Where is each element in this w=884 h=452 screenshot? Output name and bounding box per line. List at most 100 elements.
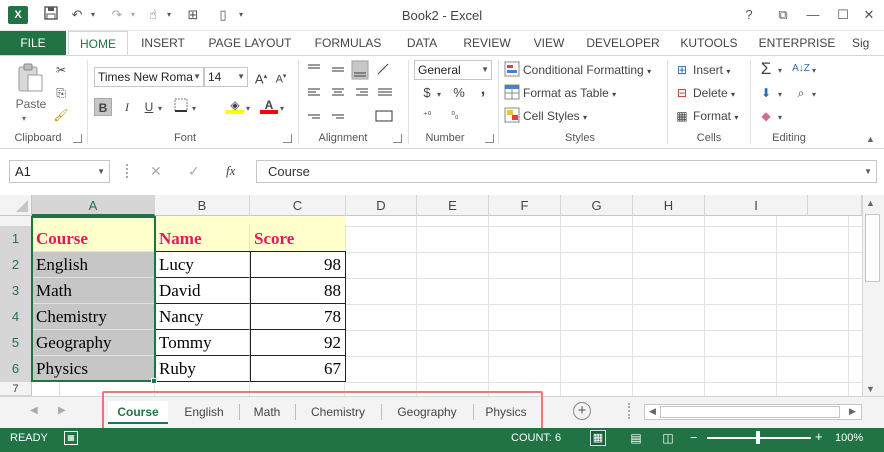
font-launcher-icon[interactable] xyxy=(283,134,292,143)
clear-dropdown-icon[interactable]: ▾ xyxy=(778,113,782,122)
scroll-down-icon[interactable]: ▼ xyxy=(866,384,875,394)
sort-filter-dropdown-icon[interactable]: ▾ xyxy=(812,66,816,75)
confirm-entry-icon[interactable]: ✓ xyxy=(188,163,200,180)
tab-split-handle[interactable] xyxy=(628,403,631,419)
zoom-out-icon[interactable]: − xyxy=(690,430,698,445)
close-button[interactable]: ✕ xyxy=(858,5,880,25)
tab-file[interactable]: FILE xyxy=(0,31,66,55)
save-icon[interactable] xyxy=(42,6,60,24)
autosum-icon[interactable]: Σ xyxy=(757,60,775,78)
borders-icon[interactable] xyxy=(172,98,190,116)
column-header-e[interactable]: E xyxy=(417,195,489,216)
find-select-dropdown-icon[interactable]: ▾ xyxy=(812,90,816,99)
clipboard-launcher-icon[interactable] xyxy=(73,134,82,143)
conditional-formatting-icon[interactable] xyxy=(503,61,521,79)
row-7-cells[interactable] xyxy=(32,382,346,396)
cancel-entry-icon[interactable]: ✕ xyxy=(150,163,162,180)
fill-color-icon[interactable]: ◈ xyxy=(226,96,244,114)
paste-icon[interactable] xyxy=(14,62,46,94)
cell-styles-icon[interactable] xyxy=(503,107,521,125)
tab-view[interactable]: VIEW xyxy=(526,31,572,55)
delete-cells-icon[interactable]: ⊟ xyxy=(673,84,691,102)
increase-font-icon[interactable]: A▴ xyxy=(252,68,270,86)
column-header-a[interactable]: A xyxy=(32,195,155,216)
sheet-tab-geography[interactable]: Geography xyxy=(384,401,470,424)
cell-c6[interactable]: 67 xyxy=(250,356,346,382)
cut-icon[interactable]: ✂ xyxy=(52,61,70,79)
font-color-icon[interactable]: A xyxy=(260,96,278,114)
sheet-tab-chemistry[interactable]: Chemistry xyxy=(298,401,378,424)
row-header-2[interactable]: 2 xyxy=(0,252,32,278)
cell-a5[interactable]: Geography xyxy=(32,330,155,356)
scroll-right-icon[interactable]: ▶ xyxy=(849,406,856,417)
horizontal-scroll-thumb[interactable] xyxy=(660,406,840,418)
page-break-view-icon[interactable]: ◫ xyxy=(660,430,676,446)
row-header-3[interactable]: 3 xyxy=(0,278,32,304)
redo-dropdown-icon[interactable]: ▾ xyxy=(124,6,142,24)
scroll-left-icon[interactable]: ◀ xyxy=(649,406,656,417)
formula-input[interactable]: Course ▼ xyxy=(256,160,877,183)
currency-button[interactable]: $ xyxy=(418,84,436,102)
tab-enterprise[interactable]: ENTERPRISE xyxy=(755,31,839,55)
tab-signin[interactable]: Sig xyxy=(852,31,884,55)
network-icon[interactable]: ⊞ xyxy=(184,6,202,24)
sheet-tab-physics[interactable]: Physics xyxy=(476,401,536,424)
tab-data[interactable]: DATA xyxy=(397,31,447,55)
new-file-icon[interactable]: ▯ xyxy=(214,6,232,24)
cell-c1[interactable]: Score xyxy=(250,226,346,252)
name-box[interactable]: A1 ▼ xyxy=(9,160,110,183)
currency-dropdown-icon[interactable]: ▾ xyxy=(437,90,441,99)
cell-styles-button[interactable]: Cell Styles ▾ xyxy=(523,109,587,123)
row-header-4[interactable]: 4 xyxy=(0,304,32,330)
touch-dropdown-icon[interactable]: ▾ xyxy=(160,6,178,24)
copy-icon[interactable]: ⎘ xyxy=(52,84,70,102)
scroll-up-icon[interactable]: ▲ xyxy=(866,198,875,208)
collapse-ribbon-icon[interactable]: ▲ xyxy=(866,134,875,144)
bold-button[interactable]: B xyxy=(94,98,112,116)
tab-kutools[interactable]: KUTOOLS xyxy=(675,31,743,55)
format-cells-icon[interactable]: ▦ xyxy=(673,107,691,125)
percent-button[interactable]: % xyxy=(450,84,468,102)
tab-insert[interactable]: INSERT xyxy=(134,31,192,55)
next-sheet-icon[interactable]: ▶ xyxy=(58,405,66,416)
previous-sheet-icon[interactable]: ◀ xyxy=(30,405,38,416)
insert-cells-button[interactable]: Insert ▾ xyxy=(693,63,730,77)
minimize-button[interactable]: — xyxy=(802,5,824,25)
alignment-launcher-icon[interactable] xyxy=(393,134,402,143)
cell-a1[interactable]: Course xyxy=(32,226,155,252)
column-header-c[interactable]: C xyxy=(250,195,346,216)
cell-b1[interactable]: Name xyxy=(155,226,250,252)
fill-handle[interactable] xyxy=(151,378,157,384)
cell-b6[interactable]: Ruby xyxy=(155,356,250,382)
cell-b4[interactable]: Nancy xyxy=(155,304,250,330)
cell-a3[interactable]: Math xyxy=(32,278,155,304)
customize-qat-icon[interactable]: ▾ xyxy=(232,6,250,24)
font-size-select[interactable]: 14 ▼ xyxy=(204,67,248,87)
fill-color-dropdown-icon[interactable]: ▾ xyxy=(246,104,250,113)
column-header-g[interactable]: G xyxy=(561,195,633,216)
tab-review[interactable]: REVIEW xyxy=(459,31,515,55)
underline-dropdown-icon[interactable]: ▾ xyxy=(158,104,162,113)
format-painter-icon[interactable]: 🖌 xyxy=(52,106,70,124)
sort-filter-icon[interactable]: A↓Z xyxy=(792,60,810,78)
column-header-h[interactable]: H xyxy=(633,195,705,216)
tab-developer[interactable]: DEVELOPER xyxy=(583,31,663,55)
tab-page-layout[interactable]: PAGE LAYOUT xyxy=(203,31,297,55)
number-format-select[interactable]: General ▼ xyxy=(414,60,492,80)
column-header-b[interactable]: B xyxy=(155,195,250,216)
row-header-1[interactable]: 1 xyxy=(0,226,32,252)
formula-bar-splitter[interactable] xyxy=(126,164,130,178)
page-layout-view-icon[interactable]: ▤ xyxy=(628,430,644,446)
select-all-button[interactable] xyxy=(0,195,32,216)
font-family-select[interactable]: Times New Roma ▼ xyxy=(94,67,204,87)
macro-record-icon[interactable]: ▦ xyxy=(64,431,78,445)
cell-a6[interactable]: Physics xyxy=(32,356,155,382)
tab-home[interactable]: HOME xyxy=(68,31,128,55)
undo-dropdown-icon[interactable]: ▾ xyxy=(84,6,102,24)
format-as-table-icon[interactable] xyxy=(503,84,521,102)
number-launcher-icon[interactable] xyxy=(485,134,494,143)
find-select-icon[interactable]: ⌕ xyxy=(792,84,810,102)
sheet-tab-english[interactable]: English xyxy=(172,401,236,424)
paste-button-label[interactable]: Paste xyxy=(13,97,49,111)
normal-view-icon[interactable]: ▦ xyxy=(590,430,606,446)
